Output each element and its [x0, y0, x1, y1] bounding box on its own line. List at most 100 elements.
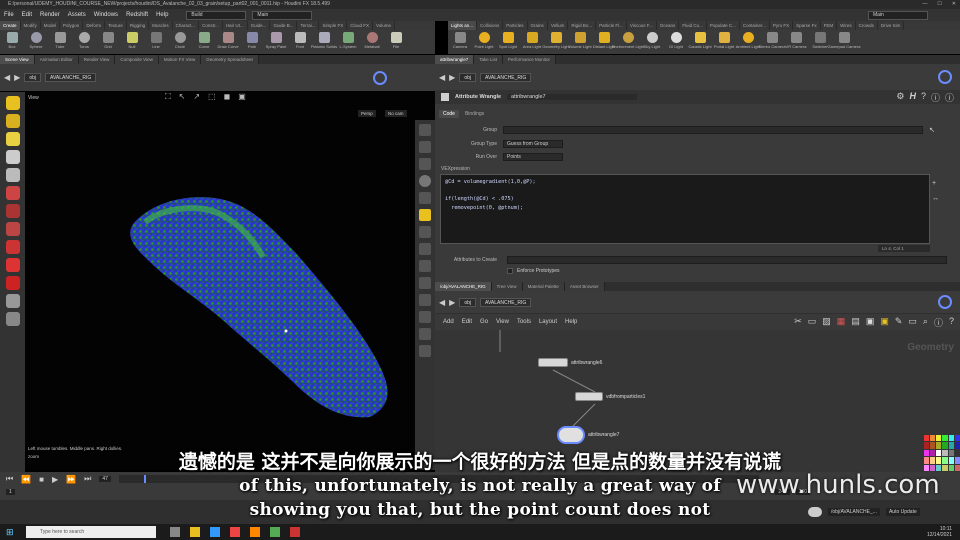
wireframe-icon[interactable]: [419, 124, 431, 136]
path-obj[interactable]: obj: [459, 72, 476, 82]
pin-icon[interactable]: [373, 70, 387, 85]
node-vdbfromparticles1[interactable]: vdbfromparticles1: [575, 392, 645, 401]
shelf-tab[interactable]: Rigging: [127, 21, 150, 30]
pen-icon[interactable]: [419, 311, 431, 323]
plus-icon[interactable]: +: [932, 180, 939, 187]
lock-icon[interactable]: [5, 168, 20, 182]
tool-grid[interactable]: Grid: [96, 30, 120, 54]
render-region-icon[interactable]: [5, 312, 20, 326]
tool-camera[interactable]: Camera: [448, 30, 472, 54]
list-icon[interactable]: ▤: [851, 316, 860, 329]
arrow-icon[interactable]: ↔: [932, 195, 939, 202]
shelf-tab[interactable]: Rigid Bo...: [568, 21, 597, 30]
app-icon[interactable]: [290, 527, 300, 537]
sticky-note-icon[interactable]: ▣: [880, 316, 889, 329]
tab-render-view[interactable]: Render View: [78, 55, 116, 64]
node-name-field[interactable]: attribwrangle7: [507, 94, 638, 100]
texture-icon[interactable]: [419, 192, 431, 204]
tool-line[interactable]: Line: [144, 30, 168, 54]
close-icon[interactable]: ✕: [952, 0, 956, 9]
note-icon[interactable]: ▣: [866, 316, 875, 329]
camera-icon[interactable]: ⛶: [165, 92, 171, 102]
shelf-tab[interactable]: Muscles: [149, 21, 173, 30]
tool-gamepad-camera[interactable]: Gamepad Camera: [828, 30, 860, 54]
shelf-tab[interactable]: Create: [0, 21, 21, 30]
tool-box[interactable]: Box: [0, 30, 24, 54]
shelf-tab[interactable]: Simple FX: [319, 21, 348, 30]
multi-snap-icon[interactable]: [5, 276, 20, 290]
screen-icon[interactable]: ▭: [908, 316, 917, 329]
file-explorer-icon[interactable]: [190, 527, 200, 537]
back-arrow-icon[interactable]: ◀: [439, 73, 445, 82]
tool-portal-light[interactable]: Portal Light: [712, 30, 736, 54]
task-view-icon[interactable]: [170, 527, 180, 537]
shelf-tab[interactable]: Charact...: [173, 21, 200, 30]
path-obj[interactable]: obj: [24, 73, 41, 82]
curve-snap-icon[interactable]: [5, 258, 20, 272]
maximize-icon[interactable]: ☐: [937, 0, 941, 9]
arrow-icon[interactable]: ↖: [929, 126, 935, 134]
shelf-tab[interactable]: Cloud FX: [347, 21, 373, 30]
tool-area-light[interactable]: Area Light: [520, 30, 544, 54]
menu-edit[interactable]: Edit: [18, 9, 36, 21]
tab-attribwrangle7[interactable]: attribwrangle7: [435, 55, 475, 64]
shelf-tab[interactable]: Populate C...: [707, 21, 740, 30]
tool-metaball[interactable]: Metaball: [360, 30, 384, 54]
vex-code-editor[interactable]: @Cd = volumegradient(1,0,@P); if(length(…: [440, 174, 930, 244]
shelf-tab[interactable]: Particle Fl...: [596, 21, 627, 30]
tool-spot-light[interactable]: Spot Light: [496, 30, 520, 54]
shelf-tab[interactable]: Fluid Co...: [679, 21, 707, 30]
shelf-tab[interactable]: Collisions: [477, 21, 504, 30]
info-icon[interactable]: ⓘ: [945, 91, 954, 104]
frame-icon[interactable]: ⬚: [208, 92, 216, 102]
tab-icon[interactable]: ▭: [808, 316, 817, 329]
shelf-tab[interactable]: Guide B...: [270, 21, 298, 30]
tool-point-light[interactable]: Point Light: [472, 30, 496, 54]
tool-tube[interactable]: Tube: [48, 30, 72, 54]
group-type-select[interactable]: Guess from Group: [503, 140, 563, 148]
tool-draw-curve[interactable]: Draw Curve: [216, 30, 240, 54]
app-icon[interactable]: [270, 527, 280, 537]
back-arrow-icon[interactable]: ◀: [439, 298, 445, 307]
houdini-icon[interactable]: H: [909, 91, 916, 104]
ghost-icon[interactable]: [419, 141, 431, 153]
shelf-tab[interactable]: Terrai...: [297, 21, 320, 30]
tool-null[interactable]: Null: [120, 30, 144, 54]
run-over-select[interactable]: Points: [503, 153, 563, 161]
tool-vr-camera[interactable]: VR Camera: [784, 30, 808, 54]
edit-icon[interactable]: ✎: [895, 316, 903, 329]
shelf-tab[interactable]: Polygon: [60, 21, 84, 30]
tool-circle[interactable]: Circle: [168, 30, 192, 54]
tool-distant-light[interactable]: Distant Light: [592, 30, 616, 54]
tab-material-palette[interactable]: Material Palette: [522, 282, 565, 291]
menu-windows[interactable]: Windows: [90, 9, 122, 21]
arrow-icon[interactable]: ↗: [193, 92, 200, 102]
display-icon[interactable]: ▣: [238, 92, 246, 102]
points-icon[interactable]: [419, 243, 431, 255]
tab-composite-view[interactable]: Composite View: [115, 55, 159, 64]
path-node[interactable]: AVALANCHE_RIG: [45, 73, 97, 82]
color-grid-icon[interactable]: ▦: [837, 316, 846, 329]
tool-spray-paint[interactable]: Spray Paint: [264, 30, 288, 54]
arrow-icon[interactable]: ↖: [179, 92, 186, 102]
shelf-tab[interactable]: Pyro FX: [770, 21, 794, 30]
shelf-tab[interactable]: Container...: [740, 21, 770, 30]
tool-environment-light[interactable]: Environment Light: [612, 30, 644, 54]
network-menu-go[interactable]: Go: [480, 319, 488, 325]
clip-icon[interactable]: [419, 328, 431, 340]
help-icon[interactable]: ?: [949, 316, 954, 329]
windows-start-icon[interactable]: ⊞: [6, 527, 20, 537]
shelf-tab[interactable]: Hair Ut...: [223, 21, 248, 30]
shelf-tab[interactable]: Deform: [83, 21, 106, 30]
tool-caustic-light[interactable]: Caustic Light: [688, 30, 712, 54]
info-icon[interactable]: ⓘ: [931, 91, 940, 104]
shelf-tab[interactable]: Vellum: [548, 21, 569, 30]
forward-arrow-icon[interactable]: ▶: [449, 73, 455, 82]
houdini-app-icon[interactable]: [250, 527, 260, 537]
path-node[interactable]: AVALANCHE_RIG: [480, 297, 532, 307]
tool-lsystem[interactable]: L-System: [336, 30, 360, 54]
tab-tree-view[interactable]: Tree View: [491, 282, 523, 291]
desktop-right-select[interactable]: Main: [868, 10, 928, 20]
attributes-to-create-field[interactable]: [507, 256, 947, 264]
shelf-tab[interactable]: Drive Sim: [878, 21, 905, 30]
